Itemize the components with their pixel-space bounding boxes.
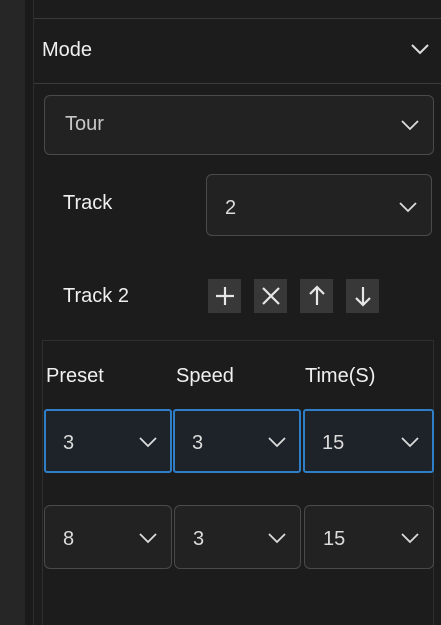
track-select-value: 2	[225, 197, 237, 219]
row-2-speed-select[interactable]: 3	[174, 505, 301, 569]
row-2-preset-value: 8	[63, 528, 75, 550]
row-1-preset-select[interactable]: 3	[44, 409, 172, 473]
row-1-time-value: 15	[322, 432, 345, 454]
row-1-speed-select[interactable]: 3	[173, 409, 301, 473]
column-header-time: Time(S)	[305, 365, 376, 387]
move-up-button[interactable]	[300, 279, 333, 313]
chevron-down-icon	[401, 533, 419, 544]
mode-header[interactable]: Mode	[34, 19, 441, 83]
row-1-time-select[interactable]: 15	[303, 409, 434, 473]
mode-label: Mode	[42, 39, 93, 61]
row-2-time-value: 15	[323, 528, 346, 550]
row-2-speed-value: 3	[193, 528, 205, 550]
left-edge	[25, 0, 33, 625]
row-1-preset-value: 3	[63, 432, 75, 454]
track-label: Track	[63, 192, 113, 214]
arrow-up-icon	[308, 285, 325, 305]
row-2-preset-select[interactable]: 8	[44, 505, 172, 569]
plus-icon	[215, 287, 234, 305]
tour-settings-panel: Mode Tour Track 2 Track 2 Preset Speed T…	[33, 0, 441, 625]
chevron-down-icon	[139, 437, 157, 448]
mode-divider	[34, 83, 441, 84]
chevron-down-icon	[401, 437, 419, 448]
add-preset-button[interactable]	[208, 279, 241, 313]
chevron-down-icon	[399, 202, 417, 213]
track-list-label: Track 2	[63, 285, 129, 307]
chevron-down-icon[interactable]	[410, 43, 430, 55]
delete-preset-button[interactable]	[254, 279, 287, 313]
move-down-button[interactable]	[346, 279, 379, 313]
track-select[interactable]: 2	[206, 174, 432, 236]
row-2-time-select[interactable]: 15	[304, 505, 434, 569]
close-icon	[261, 287, 280, 305]
chevron-down-icon	[139, 533, 157, 544]
chevron-down-icon	[268, 533, 286, 544]
chevron-down-icon	[268, 437, 286, 448]
column-header-preset: Preset	[46, 365, 104, 387]
arrow-down-icon	[354, 287, 371, 307]
mode-select-value: Tour	[65, 113, 104, 135]
column-header-speed: Speed	[176, 365, 234, 387]
left-strip	[0, 0, 25, 625]
chevron-down-icon	[401, 120, 419, 131]
mode-select[interactable]: Tour	[44, 95, 434, 155]
row-1-speed-value: 3	[192, 432, 204, 454]
